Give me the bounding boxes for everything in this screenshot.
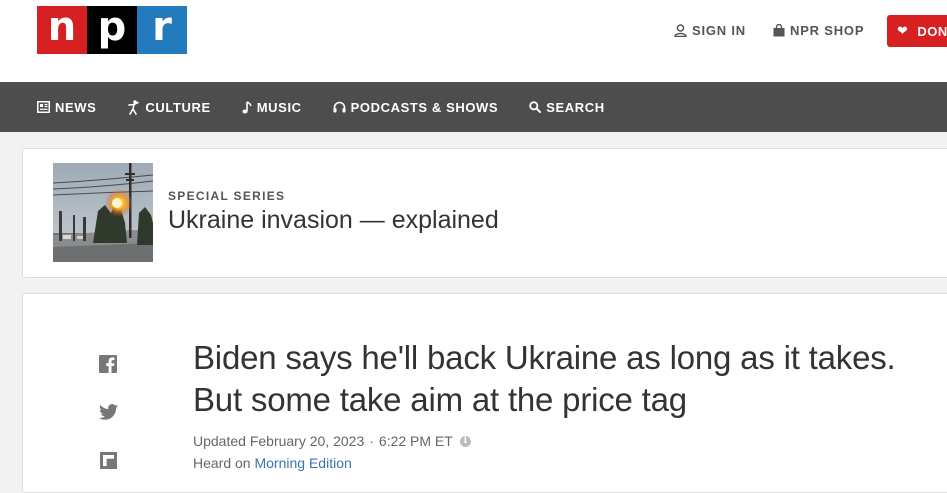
- donate-button[interactable]: ❤ DONA: [887, 15, 947, 47]
- culture-icon: [128, 99, 140, 115]
- sign-in-label: SIGN IN: [692, 23, 746, 38]
- nav-label-news: NEWS: [55, 99, 97, 115]
- article-dateline: Updated February 20, 2023 · 6:22 PM ET i: [193, 433, 471, 449]
- npr-shop-link[interactable]: NPR SHOP: [773, 23, 864, 38]
- updated-date: Updated February 20, 2023: [193, 433, 365, 449]
- nav-label-culture: CULTURE: [145, 99, 211, 115]
- nav-item-music[interactable]: MUSIC: [242, 100, 302, 115]
- nav-item-search[interactable]: SEARCH: [529, 100, 605, 115]
- date-separator: ·: [369, 433, 374, 449]
- updated-time: 6:22 PM ET: [378, 433, 453, 449]
- nav-item-podcasts-shows[interactable]: PODCASTS & SHOWS: [333, 100, 499, 115]
- logo-p: p: [87, 6, 137, 54]
- facebook-share-button[interactable]: [98, 354, 118, 374]
- flipboard-icon: [99, 451, 117, 469]
- nav-label-search: SEARCH: [546, 99, 605, 115]
- program-link[interactable]: Morning Edition: [254, 455, 351, 471]
- logo-n: n: [37, 6, 87, 54]
- nav-item-news[interactable]: NEWS: [37, 100, 96, 115]
- user-icon: [674, 24, 687, 37]
- series-title[interactable]: Ukraine invasion — explained: [168, 206, 499, 235]
- heard-on-prefix: Heard on: [193, 455, 251, 471]
- npr-logo[interactable]: n p r: [37, 6, 187, 54]
- nav-label-podcasts-shows: PODCASTS & SHOWS: [350, 99, 499, 115]
- shopping-bag-icon: [773, 24, 785, 37]
- twitter-icon: [98, 404, 118, 420]
- heart-icon: ❤: [897, 23, 909, 38]
- article-card: Biden says he'll back Ukraine as long as…: [22, 293, 947, 493]
- article-headline: Biden says he'll back Ukraine as long as…: [193, 339, 896, 418]
- facebook-icon: [99, 355, 117, 373]
- npr-shop-label: NPR SHOP: [790, 23, 865, 38]
- flipboard-share-button[interactable]: [98, 450, 118, 470]
- heard-on-line: Heard on Morning Edition: [193, 455, 352, 471]
- series-kicker: SPECIAL SERIES: [168, 189, 286, 203]
- sign-in-link[interactable]: SIGN IN: [674, 23, 746, 38]
- series-thumbnail-image[interactable]: [53, 163, 153, 262]
- logo-r: r: [137, 6, 187, 54]
- donate-label: DONA: [917, 23, 947, 39]
- headphones-icon: [333, 101, 346, 113]
- nav-label-music: MUSIC: [256, 99, 302, 115]
- main-nav: NEWS CULTURE MUSIC PODCASTS & SHOWS SEAR…: [0, 82, 947, 132]
- info-icon[interactable]: i: [459, 435, 471, 447]
- search-icon: [529, 101, 542, 113]
- newspaper-icon: [37, 101, 50, 113]
- top-header: n p r SIGN IN NPR SHOP ❤ DONA: [0, 0, 947, 82]
- music-note-icon: [242, 100, 252, 113]
- nav-item-culture[interactable]: CULTURE: [127, 100, 210, 115]
- twitter-share-button[interactable]: [98, 402, 118, 422]
- special-series-card[interactable]: SPECIAL SERIES Ukraine invasion — explai…: [22, 148, 947, 278]
